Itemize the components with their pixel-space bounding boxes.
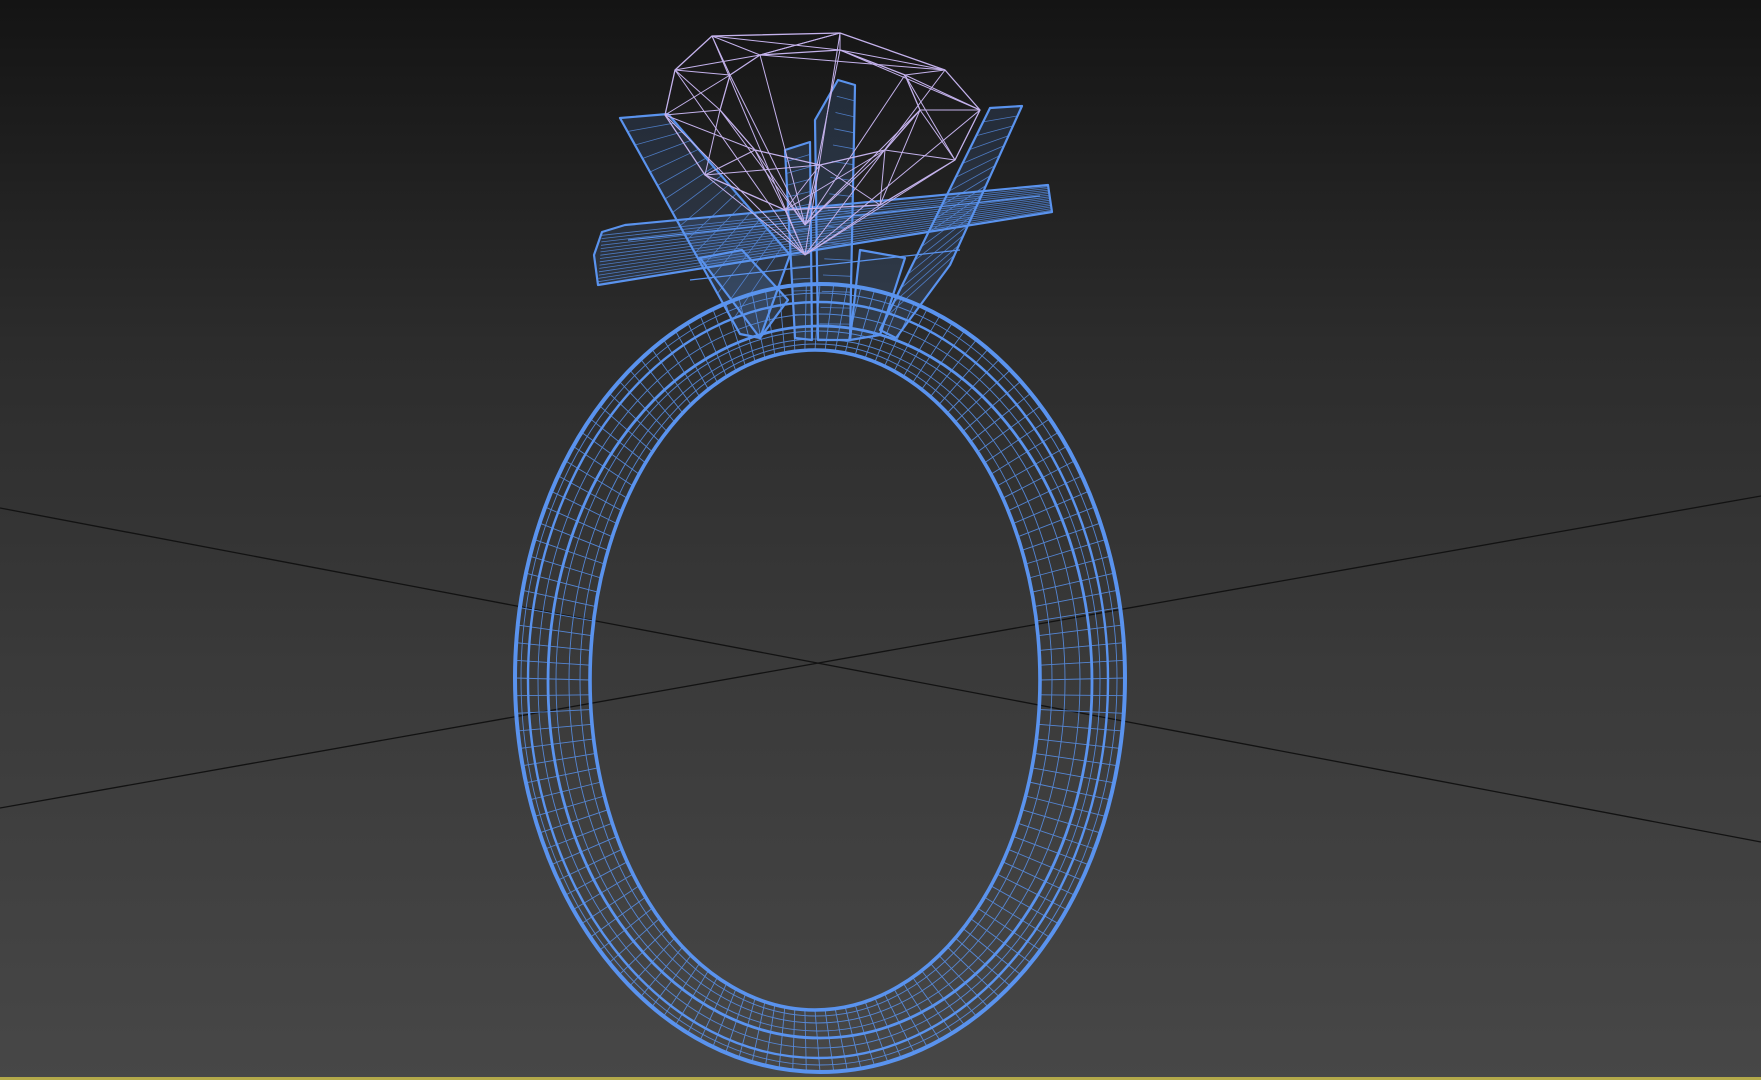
band-loop-ring [579,343,1053,1017]
band-segment-line [1031,572,1115,593]
band-inner-edge [588,348,1042,1012]
band-segment-line [984,896,1050,938]
band-segment-line [751,1001,766,1063]
band-segment-line [765,1004,776,1066]
3d-viewport[interactable] [0,0,1761,1080]
band-segment-line [984,418,1050,464]
band-segment-line [1039,659,1125,666]
gem-facet-edge [904,74,981,111]
band-segment-line [921,970,965,1026]
band-segment-line [629,369,676,423]
gem-facet-edge [674,69,731,76]
band-segment-line [590,418,646,464]
band-segment-line [515,677,591,681]
band-segment-line [608,918,660,964]
band-mesh [515,284,1125,1072]
band-loop-ring [520,292,1118,1066]
gem-facet-edge [839,49,981,111]
band-segment-line [565,460,628,499]
band-segment-line [1036,607,1121,622]
gem-facet-edge [759,32,841,56]
band-segment-line [557,475,623,512]
band-segment-line [834,1008,848,1071]
viewport-canvas[interactable] [0,0,1761,1080]
gem-facet-edge [674,54,761,71]
band-segment-line [516,642,591,651]
band-loop-ring [568,338,1066,1024]
band-mid-edge [526,300,1110,1060]
gem-facet-edge [904,69,946,76]
gem-facet-edge [839,49,946,71]
axis-line-y [0,495,1761,809]
band-segment-line [1017,506,1095,538]
band-segment-line [687,977,718,1034]
band-segment-line [1034,589,1118,608]
band-segment-line [930,963,977,1017]
band-segment-line [1037,723,1123,732]
band-segment-line [778,1006,786,1069]
axis-line-x [0,507,1761,843]
band-segment-line [1037,624,1123,637]
gem-facet-edge [879,149,886,206]
band-segment-line [1028,781,1111,801]
band-segment-line [515,694,591,697]
band-segment-line [977,907,1041,951]
band-segment-line [618,380,668,432]
prong-hatch-line [792,290,812,292]
gem-facet-edge [674,69,721,111]
band-segment-line [1034,752,1118,767]
gem-pavilion-edge [759,54,806,226]
band-segment-line [581,885,640,925]
gem-facet-edge [759,54,946,71]
prong-setting-wireframe[interactable] [592,78,1054,342]
band-segment-line [599,405,653,453]
band-outer-edge [513,282,1127,1074]
ring-band-wireframe[interactable] [513,282,1127,1074]
band-segment-line [651,955,692,1008]
band-segment-line [804,1009,807,1072]
gem-facet-edge [754,149,786,211]
band-segment-line [599,907,653,951]
band-segment-line [1039,677,1125,681]
band-segment-line [1039,642,1124,651]
band-segment-line [824,1009,835,1072]
band-inner-ridge [546,324,1094,1040]
band-segment-line [663,339,700,397]
world-axes [0,495,1761,843]
band-segment-line [515,659,591,666]
gem-facet-edge [879,109,921,206]
band-segment-line [814,1009,821,1072]
band-segment-line [792,1008,796,1071]
gem-facet-edge [884,149,956,161]
band-segment-line [1031,767,1115,784]
band-segment-line [1036,738,1121,749]
band-segment-line [1039,694,1125,697]
gem-facet-edge [664,109,721,116]
